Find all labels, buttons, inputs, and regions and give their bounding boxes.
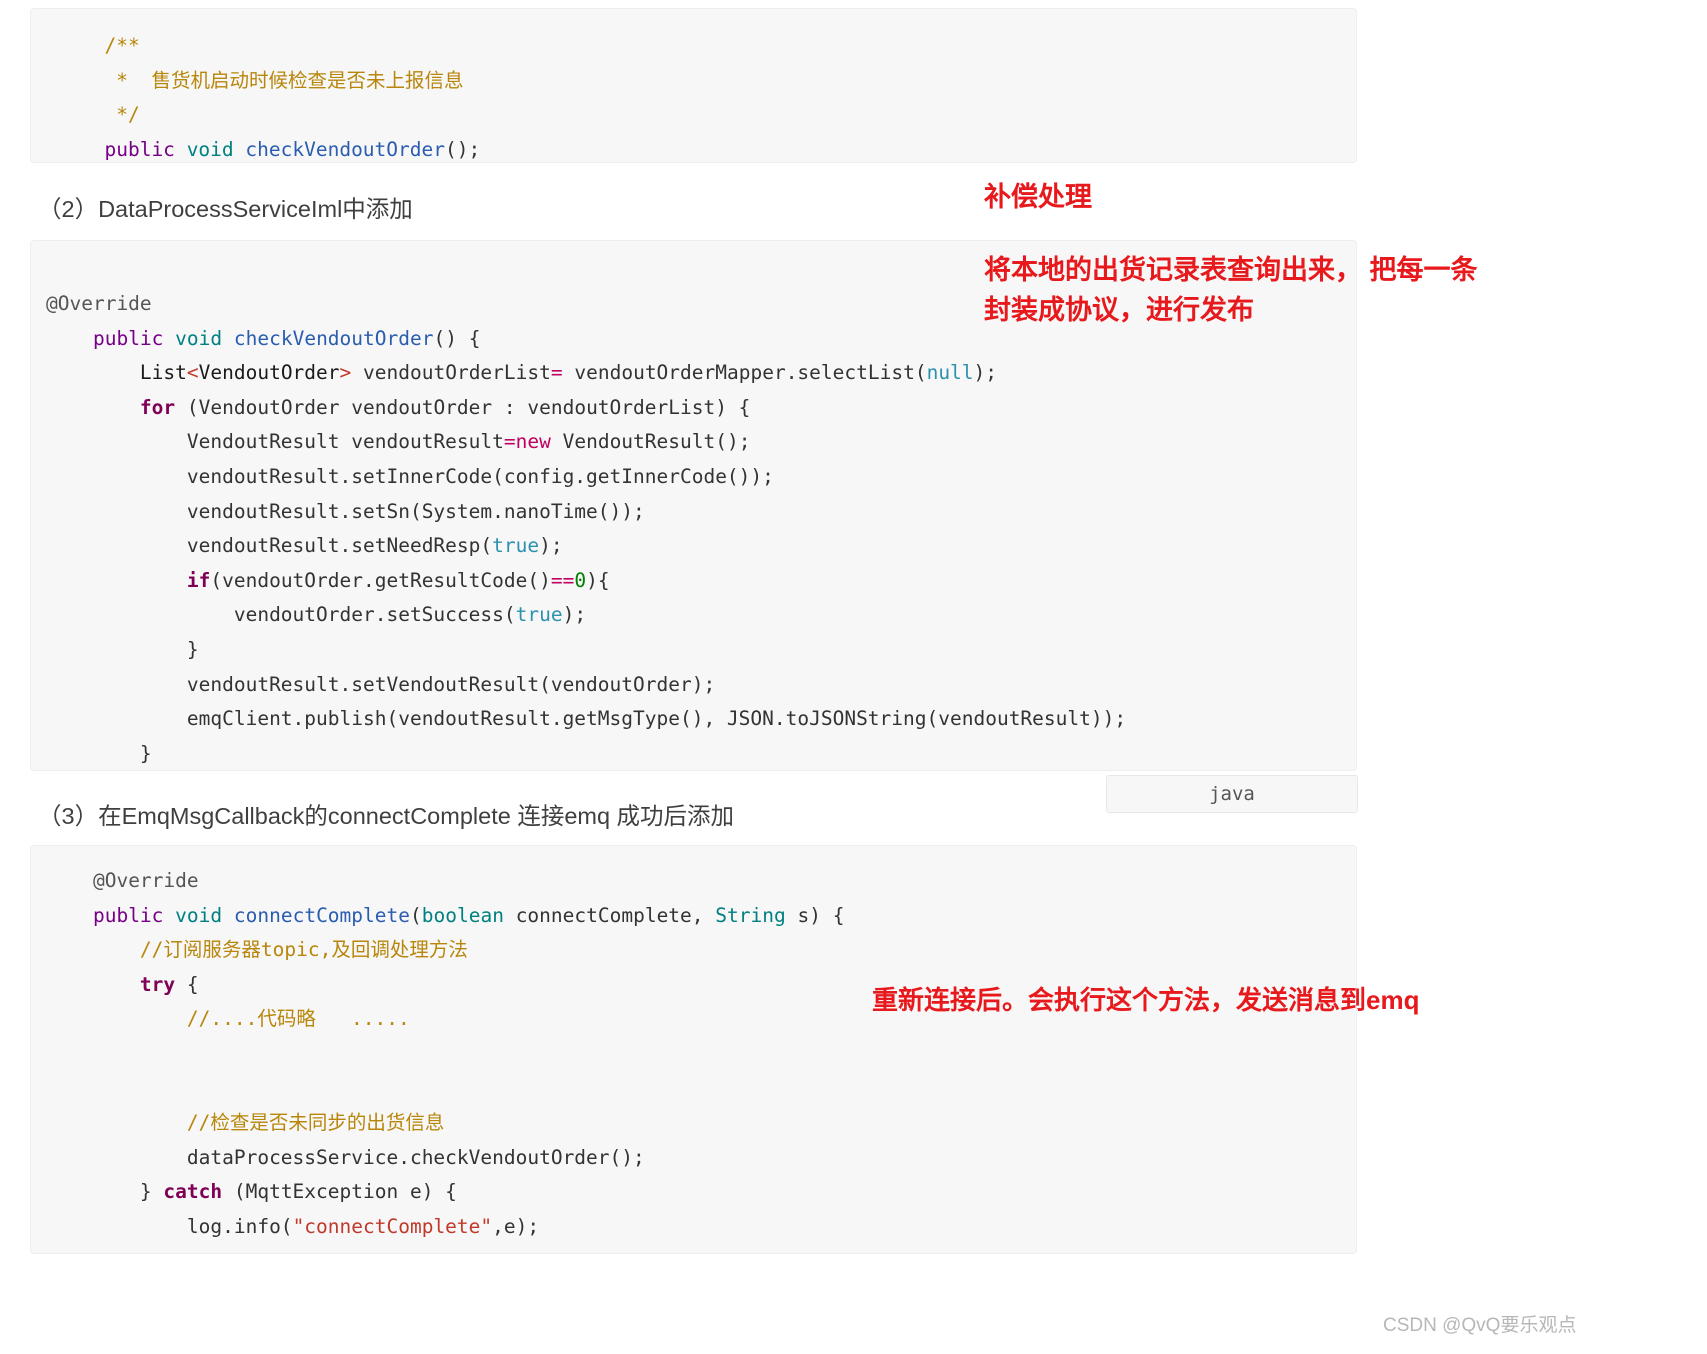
step-2-heading: （2）DataProcessServiceIml中添加	[38, 196, 413, 222]
annotation-reconnect: 重新连接后。会执行这个方法，发送消息到emq	[872, 985, 1420, 1015]
language-tag-label: java	[1209, 783, 1255, 805]
code-block-emq-callback-text: @Override public void connectComplete(bo…	[92, 869, 845, 1253]
annotation-compensation: 补偿处理	[984, 182, 1092, 212]
code-block-interface: /** * 售货机启动时候检查是否未上报信息 */ public void ch…	[30, 8, 1357, 163]
step-3-heading: （3）在EmqMsgCallback的connectComplete 连接emq…	[38, 803, 735, 829]
article-page: /** * 售货机启动时候检查是否未上报信息 */ public void ch…	[0, 0, 1707, 1354]
language-tag-java: java	[1106, 775, 1358, 813]
annotation-query-line-2: 封装成协议，进行发布	[984, 295, 1254, 325]
code-block-emq-callback: @Override public void connectComplete(bo…	[30, 845, 1357, 1254]
code-block-interface-text: /** * 售货机启动时候检查是否未上报信息 */ public void ch…	[81, 34, 481, 161]
csdn-watermark: CSDN @QvQ要乐观点	[1383, 1315, 1577, 1336]
annotation-query-line-1: 将本地的出货记录表查询出来， 把每一条	[984, 255, 1478, 285]
code-block-dataprocess-impl-text: @Override public void checkVendoutOrder(…	[46, 292, 1127, 765]
